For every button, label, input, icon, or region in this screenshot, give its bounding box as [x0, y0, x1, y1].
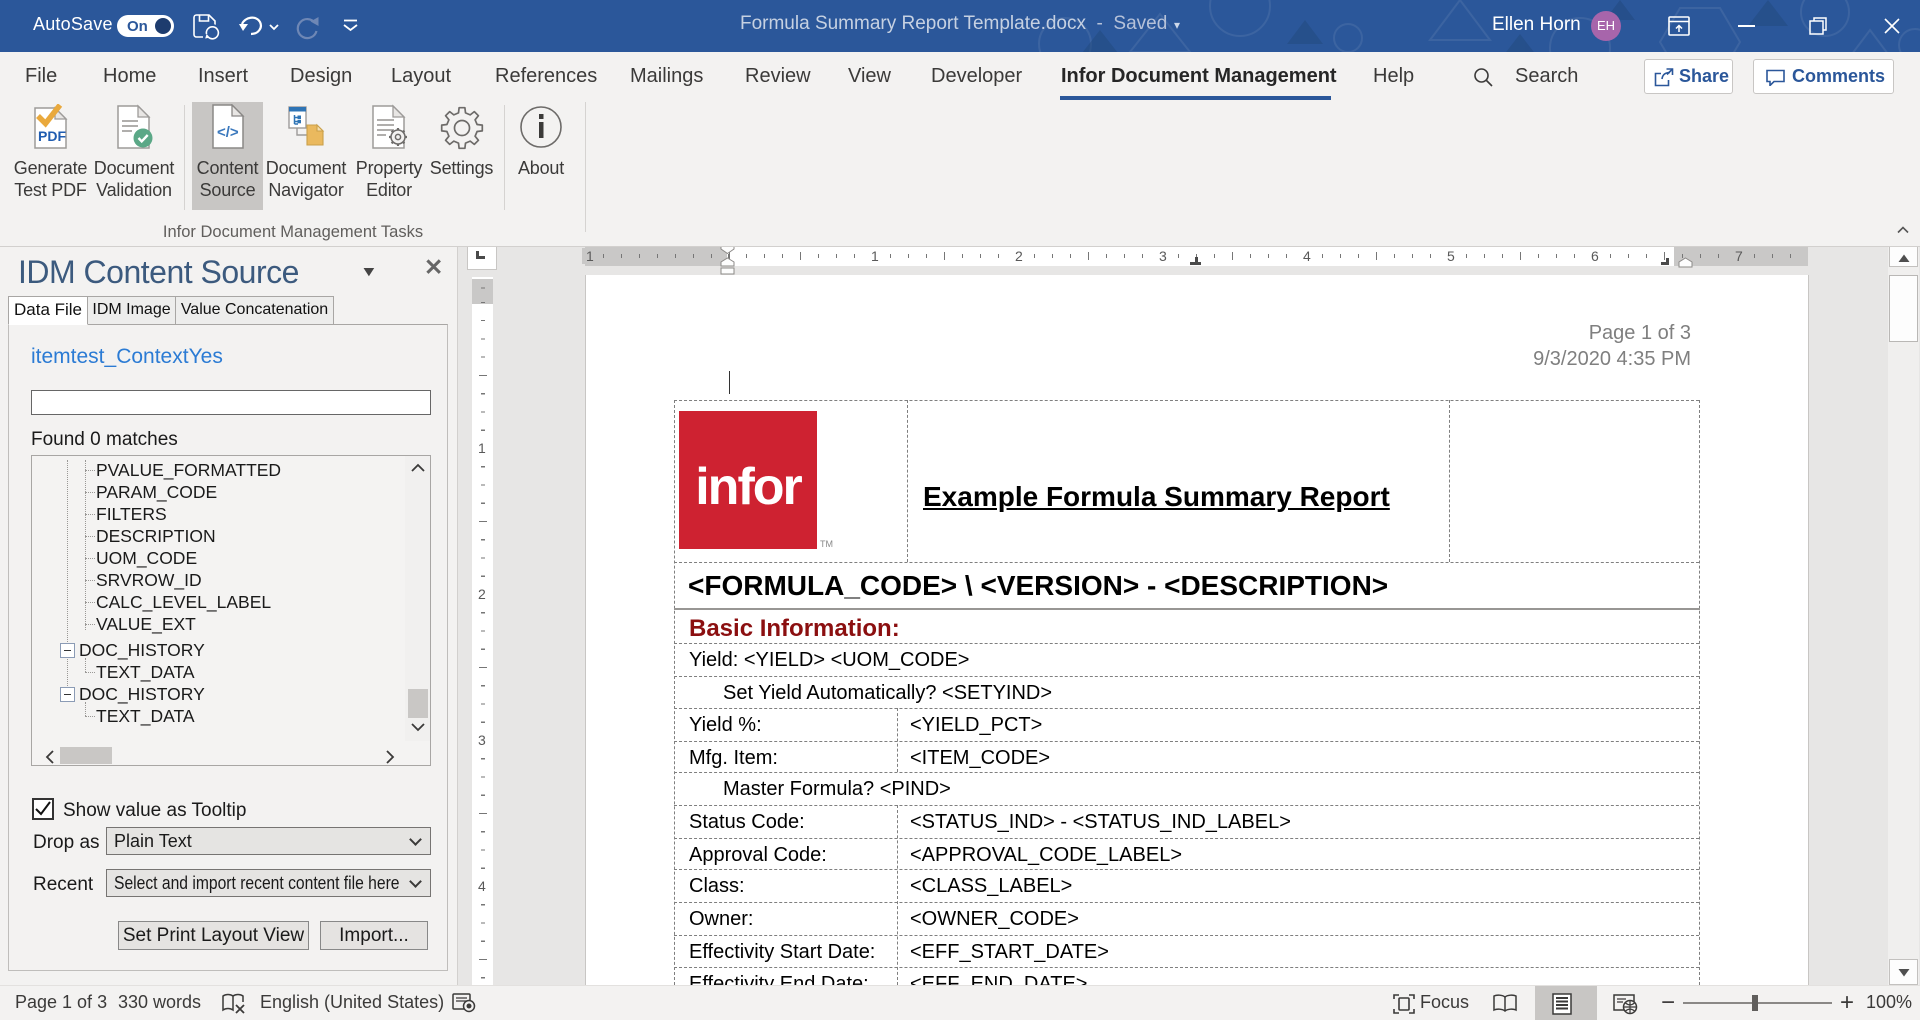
svg-text:</>: </>: [217, 124, 239, 141]
svg-text:PDF: PDF: [38, 128, 66, 144]
